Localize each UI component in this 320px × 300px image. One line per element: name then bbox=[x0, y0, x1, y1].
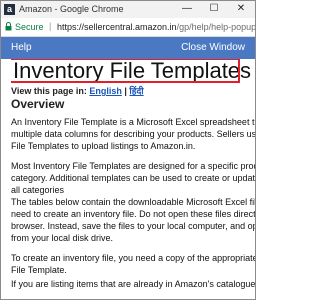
security-label: Secure bbox=[15, 22, 44, 32]
help-header-bar: Help Close Window bbox=[1, 37, 255, 59]
close-window-link[interactable]: Close Window bbox=[181, 42, 245, 53]
body-line: Most Inventory File Templates are design… bbox=[11, 161, 255, 171]
maximize-button[interactable]: ☐ bbox=[204, 2, 224, 16]
help-content: Inventory File Templates View this page … bbox=[11, 59, 255, 299]
amazon-favicon-icon: a bbox=[4, 4, 15, 15]
body-line: browser. Instead, save the files to your… bbox=[11, 221, 255, 231]
browser-window: a Amazon - Google Chrome — ☐ ✕ Secure | … bbox=[0, 0, 256, 300]
body-line: To create an inventory file, you need a … bbox=[11, 253, 255, 263]
url-host: https://sellercentral.amazon.in bbox=[57, 22, 177, 32]
title-highlight-box bbox=[11, 59, 240, 83]
hindi-link[interactable]: हिंदी bbox=[129, 86, 143, 96]
url-text[interactable]: https://sellercentral.amazon.in/gp/help/… bbox=[57, 22, 256, 32]
body-line: all categories bbox=[11, 185, 65, 195]
body-line: An Inventory File Template is a Microsof… bbox=[11, 117, 255, 127]
body-line: need to create an inventory file. Do not… bbox=[11, 209, 255, 219]
body-line: multiple data columns for describing you… bbox=[11, 129, 255, 139]
close-window-button[interactable]: ✕ bbox=[231, 2, 251, 16]
body-line: File Templates to upload listings to Ama… bbox=[11, 141, 196, 151]
english-link[interactable]: English bbox=[89, 86, 122, 96]
language-selector: View this page in: English | हिंदी bbox=[11, 84, 144, 97]
lock-icon bbox=[5, 22, 12, 31]
body-line: The tables below contain the downloadabl… bbox=[11, 197, 255, 207]
address-bar[interactable]: Secure | https://sellercentral.amazon.in… bbox=[1, 18, 255, 37]
body-line: File Template. bbox=[11, 265, 67, 275]
minimize-button[interactable]: — bbox=[177, 2, 197, 16]
view-prefix: View this page in: bbox=[11, 86, 87, 96]
address-separator: | bbox=[49, 21, 52, 31]
body-line: category. Additional templates can be us… bbox=[11, 173, 255, 183]
body-line: from your local disk drive. bbox=[11, 233, 114, 243]
body-line: If you are listing items that are alread… bbox=[11, 279, 255, 289]
url-path: /gp/help/help-popup.html/?ite... bbox=[176, 22, 256, 32]
section-heading: Overview bbox=[11, 97, 65, 111]
title-bar: a Amazon - Google Chrome — ☐ ✕ bbox=[1, 1, 255, 18]
window-title: Amazon - Google Chrome bbox=[19, 4, 124, 14]
help-label: Help bbox=[11, 42, 32, 53]
